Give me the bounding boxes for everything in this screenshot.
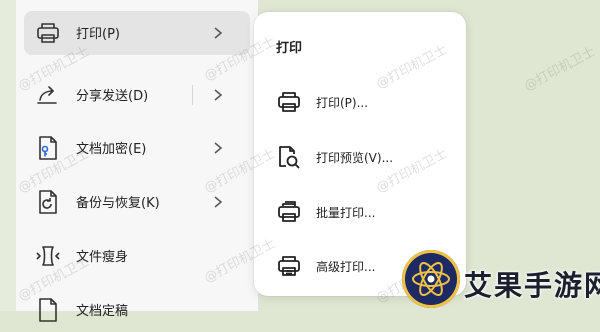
menu-item-label: 文件瘦身 [76,250,129,265]
chevron-right-icon [210,138,226,158]
file-menu: 打印(P) 分享发送(D) 文档加密(E) 备份与恢复(K) 文件瘦身 文档定稿 [16,0,259,322]
menu-item-label: 打印(P) [76,27,120,42]
advanced-print-icon [276,253,302,279]
brand-logo [402,250,460,308]
print-preview-icon [276,144,302,170]
background-strip [0,0,16,311]
submenu-item-label: 打印预览(V)... [316,151,394,165]
submenu-title: 打印 [276,41,303,56]
menu-item-label: 分享发送(D) [76,89,149,104]
brand-logo-text: 艾果手游网 [464,269,600,302]
chevron-right-icon [210,23,226,43]
printer-icon [276,89,302,115]
menu-item-print[interactable]: 打印(P) [24,11,250,55]
atom-icon [412,262,450,296]
submenu-item-print[interactable]: 打印(P)... [264,82,456,122]
menu-item-label: 文档定稿 [76,304,129,319]
menu-item-slim[interactable]: 文件瘦身 [24,234,250,278]
menu-item-share[interactable]: 分享发送(D) [24,73,250,117]
document-final-icon [34,296,62,324]
divider [192,85,193,105]
share-icon [34,81,62,109]
chevron-right-icon [210,192,226,212]
menu-item-backup[interactable]: 备份与恢复(K) [24,180,250,224]
batch-print-icon [276,199,302,225]
submenu-item-label: 打印(P)... [316,96,369,110]
submenu-item-label: 批量打印... [316,206,376,220]
submenu-item-label: 高级打印... [316,260,376,274]
submenu-item-batch[interactable]: 批量打印... [264,192,456,232]
file-compress-icon [34,242,62,270]
printer-icon [34,19,62,47]
menu-item-finalize[interactable]: 文档定稿 [24,288,250,332]
document-lock-icon [34,134,62,162]
menu-item-label: 文档加密(E) [76,142,147,157]
backup-icon [34,188,62,216]
menu-item-label: 备份与恢复(K) [76,196,160,211]
submenu-item-preview[interactable]: 打印预览(V)... [264,137,456,177]
menu-item-encrypt[interactable]: 文档加密(E) [24,126,250,170]
chevron-right-icon [210,85,226,105]
